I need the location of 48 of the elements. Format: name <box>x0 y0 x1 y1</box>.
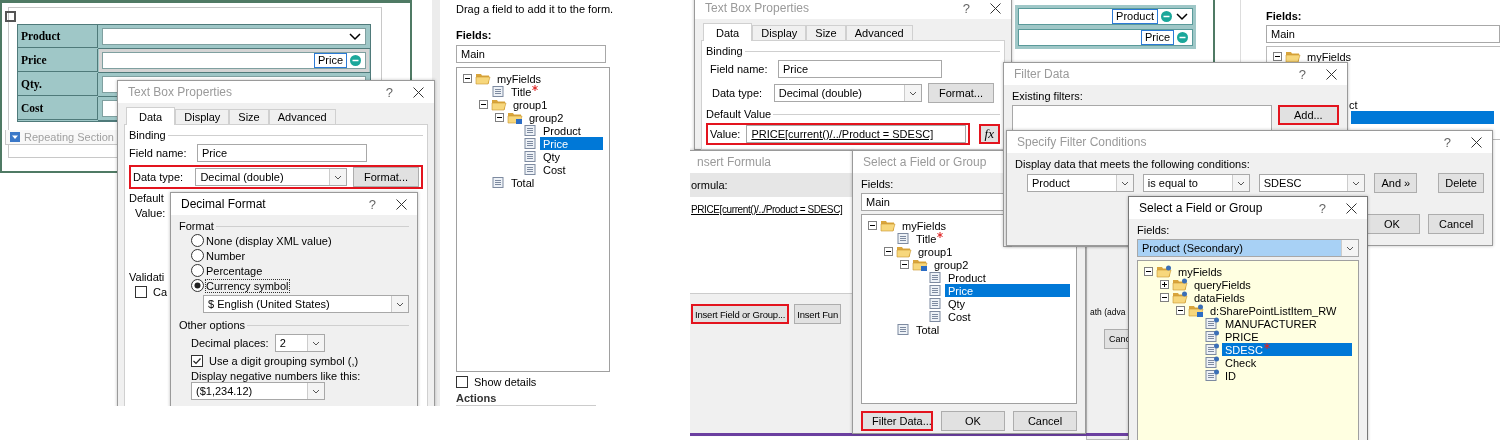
field-label: Product <box>18 25 98 48</box>
hint-text: Drag a field to add it to the form. <box>456 3 614 15</box>
field-label: Data type: <box>133 171 185 183</box>
group-heading: Other options <box>179 319 409 331</box>
group-heading: Default <box>129 192 164 204</box>
fields-label: Fields: <box>1137 224 1170 236</box>
checkbox-label: Show details <box>474 376 537 388</box>
dialog-title: Select a Field or Group <box>1139 201 1263 215</box>
fields-label: Fields: <box>1266 10 1302 22</box>
radio-label: None (display XML value) <box>206 234 332 247</box>
fields-label: Fields: <box>861 178 894 190</box>
field-label: ormula: <box>691 179 728 191</box>
dialog-title: Text Box Properties <box>705 1 810 15</box>
radio-label: Number <box>206 249 246 262</box>
field-label: Data type: <box>712 87 764 99</box>
group-heading: Binding <box>129 129 423 141</box>
field-label: Display negative numbers like this: <box>190 370 361 382</box>
field-label: Field name: <box>129 147 188 159</box>
dialog-title: Decimal Format <box>181 197 266 211</box>
dialog-title: Specify Filter Conditions <box>1017 135 1147 149</box>
field-label: Value: <box>134 207 166 219</box>
option-label: ath (adva <box>1090 307 1126 317</box>
checkbox-label: Ca <box>153 286 168 298</box>
field-tag: Price <box>1140 30 1174 45</box>
formula-text: PRICE[current()/../Product = SDESC] <box>691 204 843 215</box>
dialog-title: Select a Field or Group <box>863 155 987 169</box>
field-tag: Product <box>1112 9 1158 24</box>
field-label: Value: <box>710 128 741 140</box>
group-heading: Default Value <box>706 108 1000 120</box>
prompt-text: Display data that meets the following conditions: <box>1015 158 1250 170</box>
field-label: Cost <box>18 97 98 120</box>
fields-label: Fields: <box>456 29 492 41</box>
dialog-title: Text Box Properties <box>128 85 233 99</box>
field-label: Field name: <box>710 63 769 75</box>
group-heading: Format <box>179 220 409 232</box>
dialog-title: nsert Formula <box>697 155 772 169</box>
radio-label: Currency symbol <box>206 279 289 292</box>
dialog-title: Filter Data <box>1014 67 1070 81</box>
radio-label: Percentage <box>206 264 263 277</box>
section-heading: Actions <box>456 392 596 406</box>
checkbox-label: Use a digit grouping symbol (,) <box>209 355 359 367</box>
field-tag: Price <box>313 53 347 68</box>
field-label: Decimal places: <box>191 337 269 349</box>
field-label: Existing filters: <box>1012 90 1083 102</box>
field-label: Price <box>18 49 98 72</box>
field-label: Qty. <box>18 73 98 96</box>
group-heading: Validati <box>129 271 165 283</box>
group-heading: Binding <box>706 45 1000 57</box>
